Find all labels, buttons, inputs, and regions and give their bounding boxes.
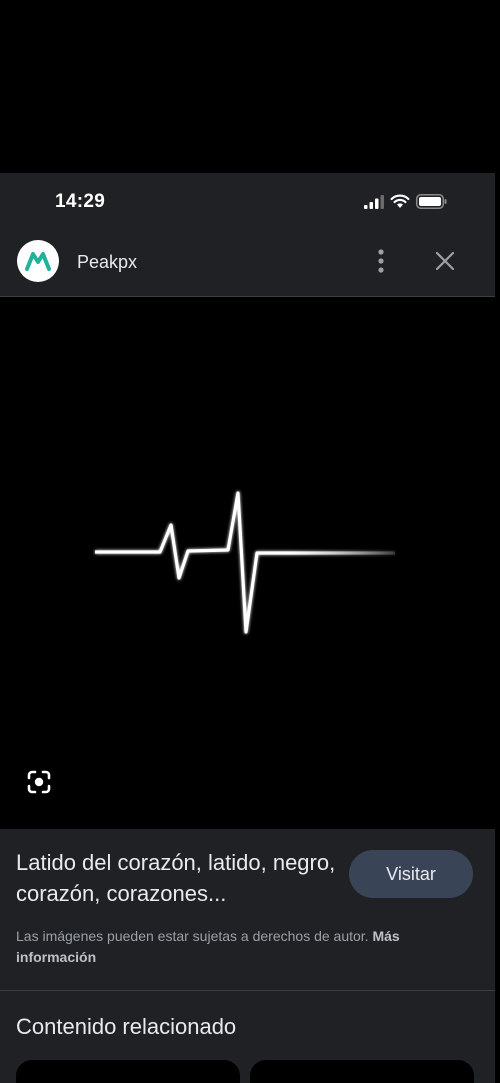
related-thumbnail[interactable] [250, 1060, 474, 1083]
result-info-panel: Latido del corazón, latido, negro, coraz… [0, 829, 495, 1083]
copyright-text: Las imágenes pueden estar sujetas a dere… [16, 928, 369, 944]
signal-icon [364, 194, 384, 209]
status-bar: 14:29 [0, 173, 495, 229]
site-name[interactable]: Peakpx [77, 252, 137, 273]
result-title: Latido del corazón, latido, negro, coraz… [16, 850, 336, 906]
visit-button[interactable]: Visitar [349, 850, 473, 898]
info-divider [0, 990, 495, 991]
status-icons [364, 194, 447, 209]
google-lens-icon[interactable] [27, 770, 51, 794]
wifi-icon [390, 194, 410, 208]
battery-icon [416, 194, 447, 209]
status-time: 14:29 [55, 191, 106, 212]
source-header: Peakpx [0, 229, 495, 297]
peakpx-logo-icon[interactable] [17, 240, 59, 282]
related-thumbnail[interactable] [16, 1060, 240, 1083]
close-icon[interactable] [431, 247, 459, 275]
phone-screen: 14:29 Peakpx Latido del corazón, latido,… [0, 173, 495, 1083]
right-edge [495, 173, 500, 1083]
related-content-heading: Contenido relacionado [16, 1014, 237, 1039]
top-black-area [0, 0, 500, 173]
heartbeat-line-image [95, 491, 395, 634]
more-options-icon[interactable] [370, 247, 392, 275]
preview-image[interactable] [0, 297, 495, 829]
copyright-notice: Las imágenes pueden estar sujetas a dere… [16, 926, 476, 968]
